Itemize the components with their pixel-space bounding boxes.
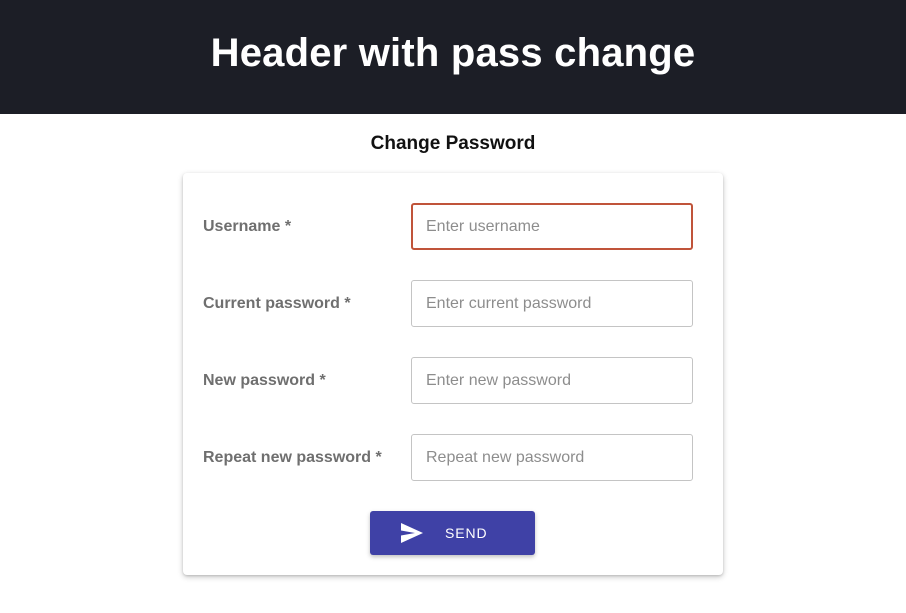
current-password-label: Current password * [203, 295, 351, 312]
app-header: Header with pass change [0, 0, 906, 114]
new-password-input[interactable] [411, 357, 693, 404]
username-input[interactable] [411, 203, 693, 250]
repeat-password-row: Repeat new password * [183, 434, 723, 481]
header-title: Header with pass change [210, 30, 696, 75]
repeat-password-label: Repeat new password * [203, 449, 382, 466]
current-password-row: Current password * [183, 280, 723, 327]
new-password-row: New password * [183, 357, 723, 404]
form-title: Change Password [370, 133, 536, 154]
send-icon [400, 522, 424, 544]
repeat-password-input[interactable] [411, 434, 693, 481]
send-button-label: SEND [445, 525, 488, 541]
change-password-form: Username * Current password * New passwo… [183, 173, 723, 575]
current-password-input[interactable] [411, 280, 693, 327]
username-label: Username * [203, 218, 292, 235]
send-button[interactable]: SEND [370, 511, 535, 555]
new-password-label: New password * [203, 372, 326, 389]
username-row: Username * [183, 203, 723, 250]
